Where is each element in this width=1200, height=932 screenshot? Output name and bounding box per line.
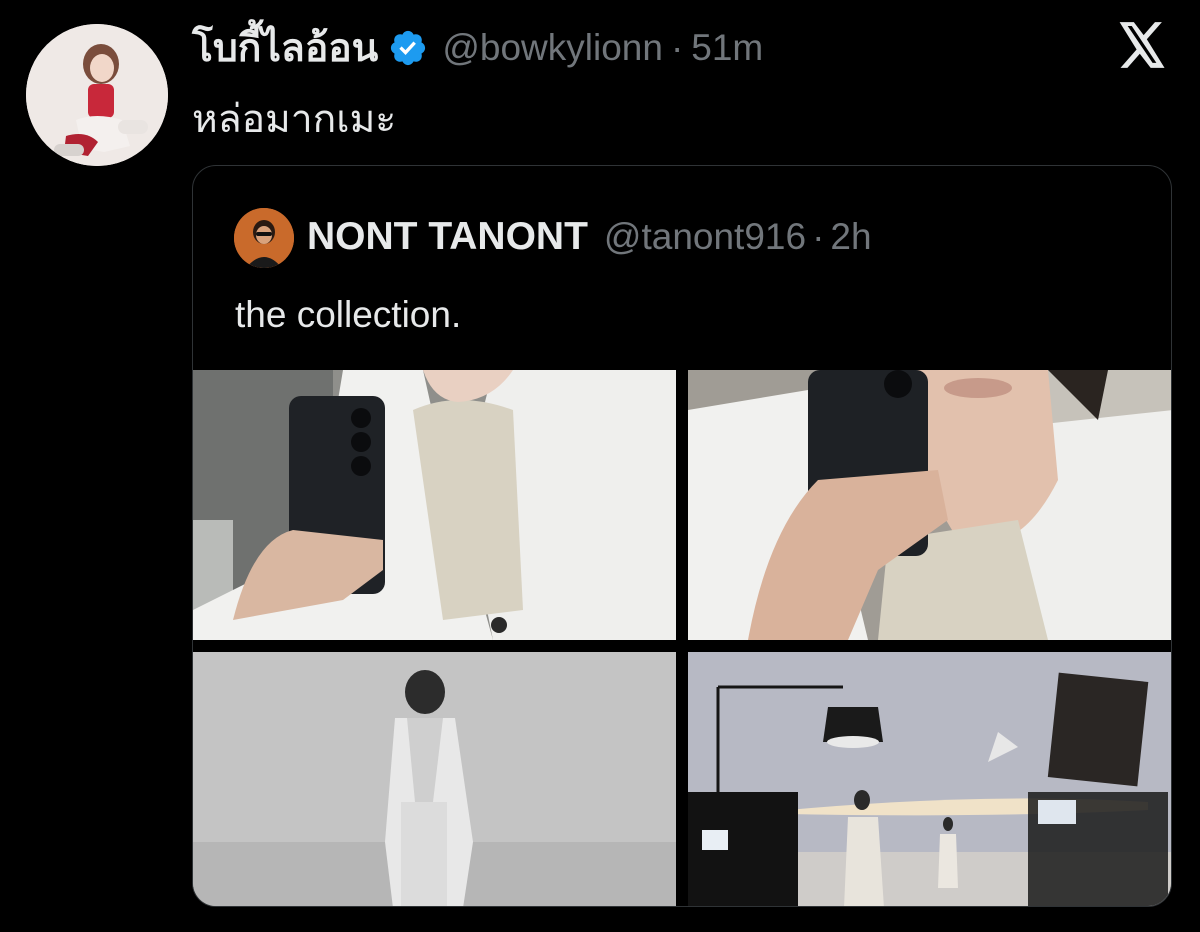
quoted-tweet-header: NONT TANONT @tanont916 · 2h [307,210,872,264]
separator-dot: · [670,27,684,68]
quoted-author-avatar[interactable] [234,208,294,268]
media-photo-4[interactable] [688,652,1171,906]
quoted-tweet-text: the collection. [235,294,462,335]
quoted-author-handle[interactable]: @tanont916 [604,216,806,258]
media-photo-1[interactable] [193,370,676,640]
tweet-header: โบกี้ไลอ้อน @bowkylionn · 51m [192,20,763,76]
author-display-name[interactable]: โบกี้ไลอ้อน [192,17,378,79]
media-photo-3[interactable] [193,652,676,906]
author-avatar[interactable] [26,24,168,166]
verified-badge-icon [391,30,426,66]
tweet-view: โบกี้ไลอ้อน @bowkylionn · 51m หล่อมากเมะ… [0,0,1200,932]
quoted-author-display-name[interactable]: NONT TANONT [307,215,588,259]
author-handle[interactable]: @bowkylionn [442,27,663,69]
tweet-text: หล่อมากเมะ [192,98,397,141]
separator-dot: · [812,216,825,257]
quoted-tweet-timestamp[interactable]: 2h [830,216,871,258]
media-photo-2[interactable] [688,370,1171,640]
quoted-tweet-card[interactable]: NONT TANONT @tanont916 · 2h the collecti… [192,165,1172,907]
tweet-timestamp[interactable]: 51m [691,27,763,69]
x-logo-icon[interactable] [1117,22,1167,68]
